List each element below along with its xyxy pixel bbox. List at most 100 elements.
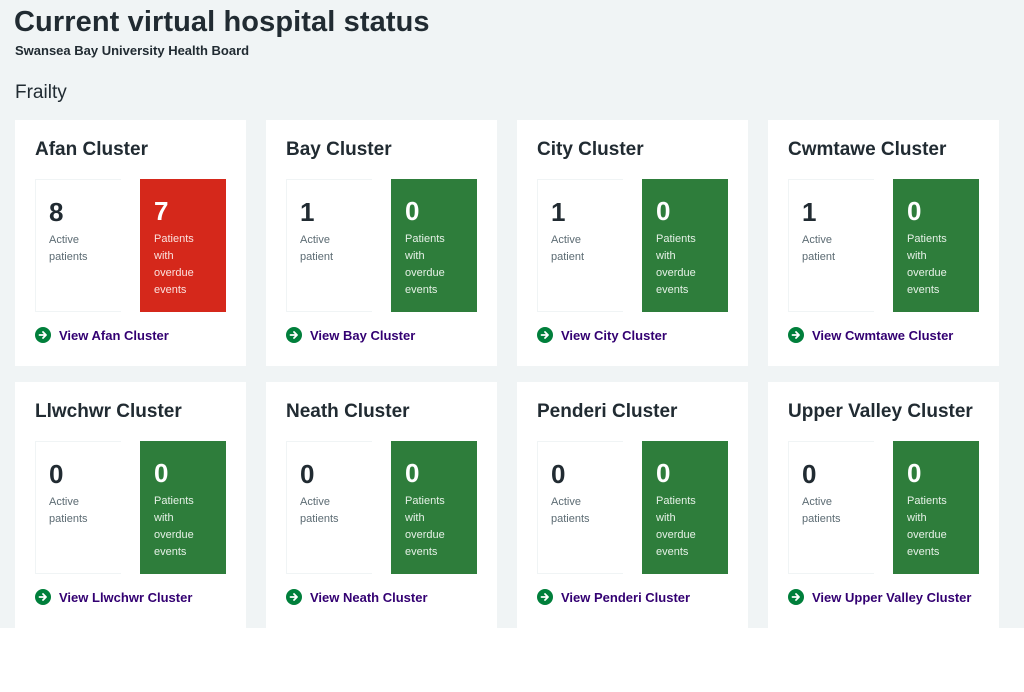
cluster-card: Llwchwr Cluster 0 Active patients 0 Patients… [15, 382, 246, 628]
cluster-card: Bay Cluster 1 Active patient 0 Patients with… [266, 120, 497, 366]
arrow-right-circle-icon [35, 327, 51, 343]
overdue-events-label: Patients with overdue events [405, 495, 445, 558]
overdue-events-label: Patients with overdue events [154, 495, 194, 558]
overdue-events-count: 0 [907, 458, 922, 488]
active-patients-stat: 1 Active patient [537, 179, 623, 312]
view-cluster-link[interactable]: View Cwmtawe Cluster [788, 327, 979, 343]
cluster-stats: 1 Active patient 0 Patients with overdue ev… [788, 179, 979, 312]
active-patients-count: 1 [802, 197, 817, 227]
overdue-events-stat: 7 Patients with overdue events [140, 179, 226, 312]
arrow-right-circle-icon [286, 327, 302, 343]
cluster-card: Penderi Cluster 0 Active patients 0 Patients… [517, 382, 748, 628]
cluster-title: Neath Cluster [286, 401, 410, 422]
cluster-title: Bay Cluster [286, 139, 392, 160]
active-patients-stat: 8 Active patients [35, 179, 121, 312]
cluster-title: Cwmtawe Cluster [788, 139, 947, 160]
active-patients-label: Active patient [802, 234, 836, 263]
view-cluster-link[interactable]: View Bay Cluster [286, 327, 477, 343]
cluster-card: City Cluster 1 Active patient 0 Patients wit… [517, 120, 748, 366]
active-patients-count: 8 [49, 197, 64, 227]
active-patients-stat: 0 Active patients [537, 441, 623, 574]
overdue-events-label: Patients with overdue events [907, 233, 947, 296]
view-cluster-link-label: View Afan Cluster [59, 327, 169, 343]
view-cluster-link[interactable]: View Llwchwr Cluster [35, 589, 226, 605]
cluster-stats: 0 Active patients 0 Patients with overdue e… [788, 441, 979, 574]
view-cluster-link-label: View Neath Cluster [310, 589, 428, 605]
arrow-right-circle-icon [537, 589, 553, 605]
overdue-events-label: Patients with overdue events [656, 233, 696, 296]
arrow-right-circle-icon [537, 327, 553, 343]
view-cluster-link[interactable]: View Penderi Cluster [537, 589, 728, 605]
cluster-stats: 1 Active patient 0 Patients with overdue ev… [537, 179, 728, 312]
overdue-events-count: 0 [907, 196, 922, 226]
active-patients-label: Active patients [300, 496, 339, 525]
overdue-events-stat: 0 Patients with overdue events [391, 441, 477, 574]
cluster-stats: 1 Active patient 0 Patients with overdue ev… [286, 179, 477, 312]
active-patients-label: Active patients [802, 496, 841, 525]
view-cluster-link-label: View Upper Valley Cluster [812, 589, 972, 605]
overdue-events-count: 0 [405, 458, 420, 488]
overdue-events-stat: 0 Patients with overdue events [642, 179, 728, 312]
cluster-card: Cwmtawe Cluster 1 Active patient 0 Patients … [768, 120, 999, 366]
overdue-events-count: 0 [154, 458, 169, 488]
overdue-events-stat: 0 Patients with overdue events [642, 441, 728, 574]
view-cluster-link[interactable]: View City Cluster [537, 327, 728, 343]
view-cluster-link[interactable]: View Afan Cluster [35, 327, 226, 343]
view-cluster-link-label: View City Cluster [561, 327, 667, 343]
dashboard-page: Current virtual hospital status Swansea … [0, 0, 1024, 628]
active-patients-stat: 0 Active patients [788, 441, 874, 574]
overdue-events-label: Patients with overdue events [405, 233, 445, 296]
cluster-card: Upper Valley Cluster 0 Active patients 0 Pat… [768, 382, 999, 628]
overdue-events-label: Patients with overdue events [656, 495, 696, 558]
cluster-title: Penderi Cluster [537, 401, 678, 422]
active-patients-count: 1 [300, 197, 315, 227]
active-patients-label: Active patients [551, 496, 590, 525]
cluster-stats: 0 Active patients 0 Patients with overdue e… [286, 441, 477, 574]
cluster-title: City Cluster [537, 139, 644, 160]
overdue-events-stat: 0 Patients with overdue events [391, 179, 477, 312]
organisation-subtitle: Swansea Bay University Health Board [15, 43, 250, 58]
active-patients-count: 0 [802, 459, 817, 489]
overdue-events-count: 0 [405, 196, 420, 226]
cluster-stats: 0 Active patients 0 Patients with overdue e… [35, 441, 226, 574]
active-patients-label: Active patients [49, 496, 88, 525]
overdue-events-label: Patients with overdue events [154, 233, 194, 296]
arrow-right-circle-icon [286, 589, 302, 605]
active-patients-stat: 1 Active patient [286, 179, 372, 312]
cluster-title: Afan Cluster [35, 139, 148, 160]
section-heading: Frailty [15, 82, 67, 103]
active-patients-stat: 0 Active patients [286, 441, 372, 574]
active-patients-count: 0 [49, 459, 64, 489]
overdue-events-count: 0 [656, 458, 671, 488]
cluster-title: Upper Valley Cluster [788, 401, 973, 422]
overdue-events-stat: 0 Patients with overdue events [893, 179, 979, 312]
view-cluster-link-label: View Penderi Cluster [561, 589, 691, 605]
view-cluster-link-label: View Cwmtawe Cluster [812, 327, 954, 343]
overdue-events-stat: 0 Patients with overdue events [140, 441, 226, 574]
active-patients-label: Active patient [551, 234, 585, 263]
cluster-stats: 8 Active patients 7 Patients with overdue e… [35, 179, 226, 312]
overdue-events-count: 0 [656, 196, 671, 226]
active-patients-label: Active patients [49, 234, 88, 263]
active-patients-stat: 1 Active patient [788, 179, 874, 312]
overdue-events-count: 7 [154, 196, 169, 226]
view-cluster-link[interactable]: View Neath Cluster [286, 589, 477, 605]
cluster-stats: 0 Active patients 0 Patients with overdue e… [537, 441, 728, 574]
overdue-events-stat: 0 Patients with overdue events [893, 441, 979, 574]
page-title: Current virtual hospital status [14, 6, 430, 38]
cluster-card: Afan Cluster 8 Active patients 7 Patients wi… [15, 120, 246, 366]
view-cluster-link-label: View Llwchwr Cluster [59, 589, 193, 605]
active-patients-count: 0 [300, 459, 315, 489]
active-patients-stat: 0 Active patients [35, 441, 121, 574]
active-patients-count: 1 [551, 197, 566, 227]
arrow-right-circle-icon [788, 327, 804, 343]
cluster-title: Llwchwr Cluster [35, 401, 182, 422]
active-patients-count: 0 [551, 459, 566, 489]
view-cluster-link[interactable]: View Upper Valley Cluster [788, 589, 979, 605]
cluster-grid: Afan Cluster 8 Active patients 7 Patients wi… [15, 120, 1000, 628]
overdue-events-label: Patients with overdue events [907, 495, 947, 558]
active-patients-label: Active patient [300, 234, 334, 263]
arrow-right-circle-icon [788, 589, 804, 605]
cluster-card: Neath Cluster 0 Active patients 0 Patients w… [266, 382, 497, 628]
view-cluster-link-label: View Bay Cluster [310, 327, 416, 343]
